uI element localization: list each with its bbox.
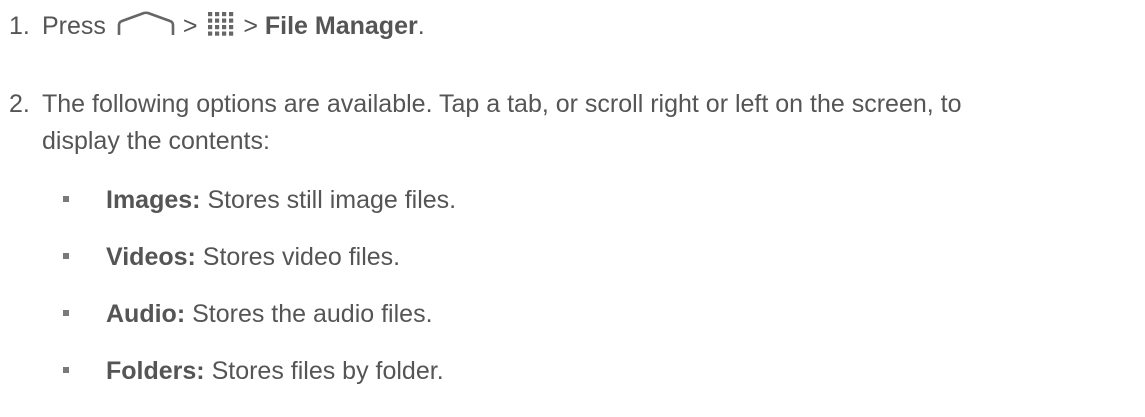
apps-grid-dot bbox=[208, 18, 213, 23]
apps-grid-dot bbox=[208, 12, 213, 17]
step-1-separator-2: > bbox=[243, 12, 258, 41]
step-2-number: 2. bbox=[9, 89, 30, 119]
step-1-number: 1. bbox=[9, 12, 30, 40]
apps-grid-dot bbox=[222, 31, 227, 36]
step-2-text-line-1: The following options are available. Tap… bbox=[42, 89, 962, 119]
step-1-end-punct: . bbox=[417, 12, 425, 41]
apps-grid-dot bbox=[215, 31, 220, 36]
step-2-number-text: 2. bbox=[9, 90, 30, 118]
option-description: Stores video files. bbox=[202, 243, 401, 271]
bullet-marker bbox=[63, 196, 69, 202]
option-label: Folders: bbox=[106, 357, 205, 385]
step-2-text-1: The following options are available. Tap… bbox=[42, 90, 962, 118]
bullet-marker bbox=[63, 310, 69, 316]
option-label: Images: bbox=[106, 186, 201, 214]
apps-grid-dot bbox=[222, 25, 227, 30]
apps-grid-dot bbox=[222, 12, 227, 17]
option-description: Stores the audio files. bbox=[192, 300, 433, 328]
step-1-text: Press > > File Manager. bbox=[42, 11, 425, 44]
step-1-press-text: Press bbox=[42, 12, 106, 41]
apps-grid-dot bbox=[215, 12, 220, 17]
step-2-text-line-2: display the contents: bbox=[42, 126, 270, 156]
option-label: Videos: bbox=[106, 243, 196, 271]
step-2-text-2: display the contents: bbox=[42, 127, 270, 155]
apps-grid-dot bbox=[215, 25, 220, 30]
apps-grid-dot bbox=[222, 18, 227, 23]
bullet-marker bbox=[63, 253, 69, 259]
option-folders-text: Folders: Stores files by folder. bbox=[106, 356, 444, 386]
option-audio-text: Audio: Stores the audio files. bbox=[106, 299, 433, 329]
step-1: 1. bbox=[9, 11, 30, 41]
home-icon bbox=[116, 11, 176, 44]
option-description: Stores still image files. bbox=[207, 186, 457, 214]
file-manager-label: File Manager bbox=[264, 12, 418, 41]
bullet-marker bbox=[63, 367, 69, 373]
option-label: Audio: bbox=[106, 300, 186, 328]
step-1-separator-1: > bbox=[182, 12, 198, 41]
option-images-text: Images: Stores still image files. bbox=[106, 185, 456, 215]
apps-grid-dot bbox=[229, 25, 234, 30]
apps-grid-dot bbox=[215, 18, 220, 23]
apps-grid-dot bbox=[208, 31, 213, 36]
option-description: Stores files by folder. bbox=[211, 357, 444, 385]
apps-grid-dot bbox=[229, 31, 234, 36]
apps-grid-dot bbox=[208, 25, 213, 30]
option-videos-text: Videos: Stores video files. bbox=[106, 242, 400, 272]
apps-grid-dot bbox=[229, 12, 234, 17]
apps-grid-dot bbox=[229, 18, 234, 23]
apps-grid-icon bbox=[206, 11, 236, 44]
